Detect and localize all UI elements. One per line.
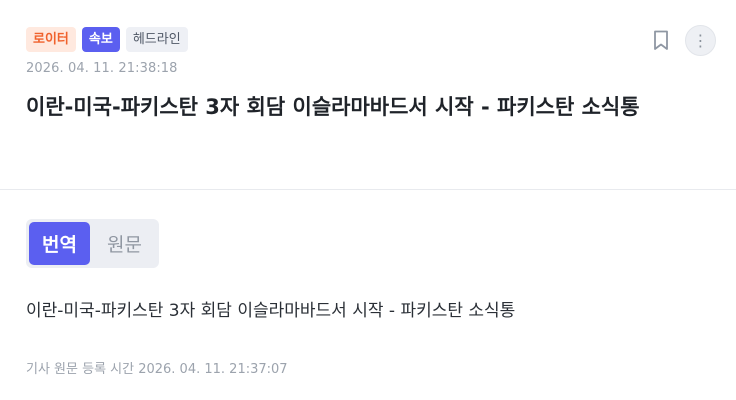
tag-list: 로이터 속보 헤드라인 <box>26 27 188 52</box>
original-toggle-button[interactable]: 원문 <box>94 222 155 265</box>
bookmark-icon <box>654 30 668 50</box>
original-registered-time: 기사 원문 등록 시간 2026. 04. 11. 21:37:07 <box>26 362 288 377</box>
article-header: 로이터 속보 헤드라인 ⋮ 2026. 04. 11. 21:38:18 이란-… <box>0 0 736 190</box>
more-options-button[interactable]: ⋮ <box>685 25 716 56</box>
breaking-tag[interactable]: 속보 <box>81 27 120 52</box>
more-vertical-icon: ⋮ <box>692 30 709 50</box>
translated-toggle-button[interactable]: 번역 <box>29 222 90 265</box>
news-article-page: 로이터 속보 헤드라인 ⋮ 2026. 04. 11. 21:38:18 이란-… <box>0 0 736 400</box>
article-title: 이란-미국-파키스탄 3자 회담 이슬라마바드서 시작 - 파키스탄 소식통 <box>26 95 640 119</box>
article-body: 이란-미국-파키스탄 3자 회담 이슬라마바드서 시작 - 파키스탄 소식통 <box>26 301 516 321</box>
language-toggle: 번역 원문 <box>26 219 159 268</box>
source-tag[interactable]: 로이터 <box>26 27 76 52</box>
section-divider <box>0 189 736 190</box>
headline-tag[interactable]: 헤드라인 <box>125 27 188 52</box>
article-timestamp: 2026. 04. 11. 21:38:18 <box>26 61 178 76</box>
bookmark-button[interactable] <box>648 27 674 53</box>
